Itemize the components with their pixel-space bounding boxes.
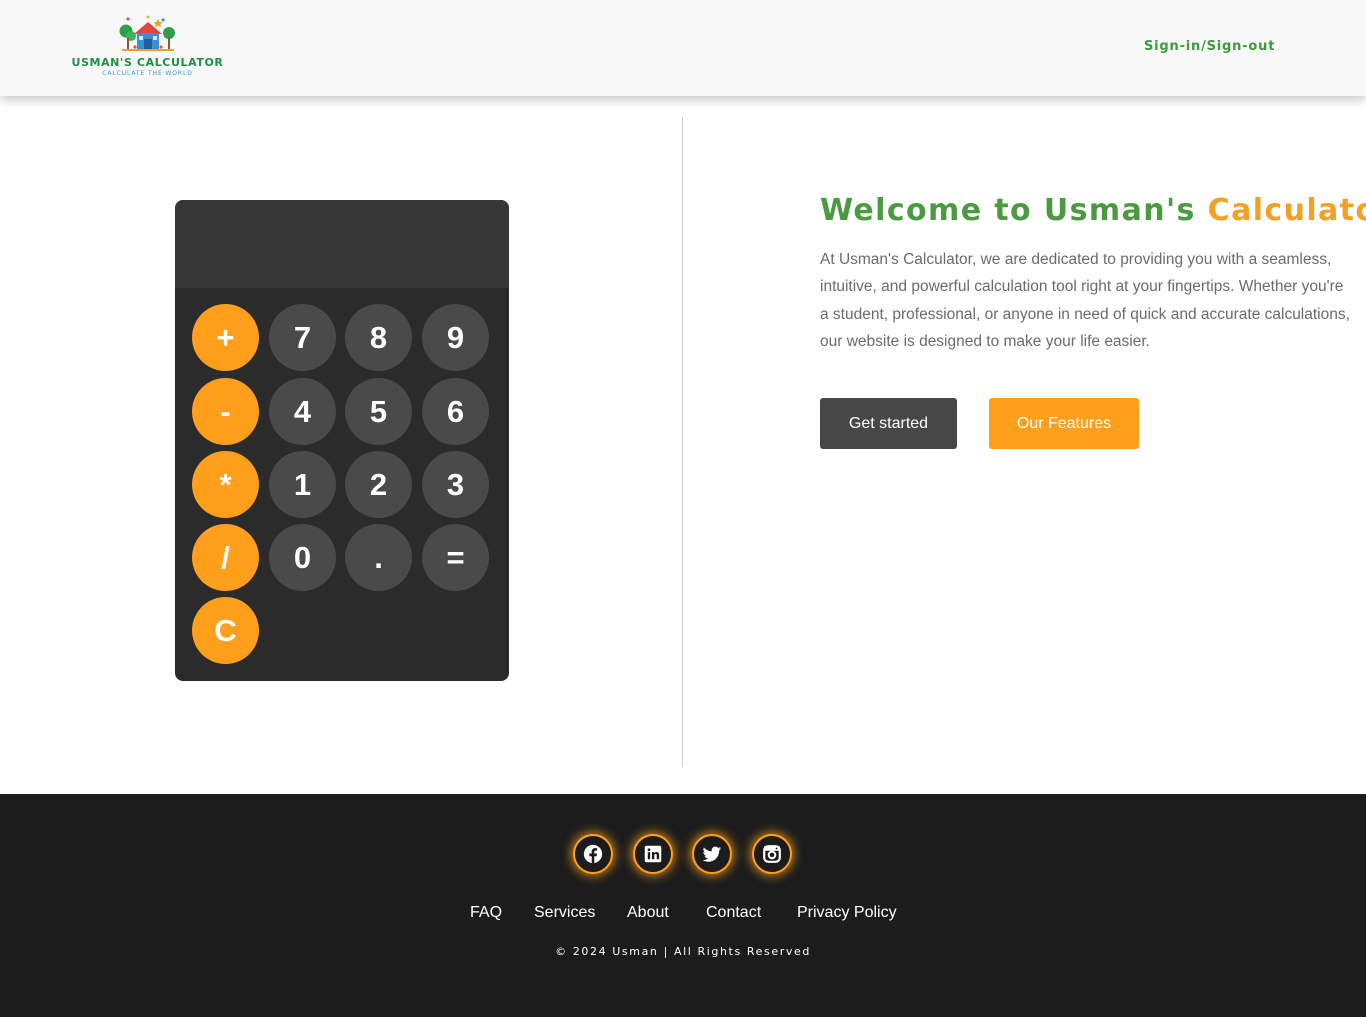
house-logo-icon: [119, 15, 175, 51]
signin-signout-link[interactable]: Sign-in/Sign-out: [1144, 39, 1275, 54]
key-dot[interactable]: .: [345, 524, 412, 591]
footer-link-privacy-policy[interactable]: Privacy Policy: [797, 904, 897, 922]
footer-link-about[interactable]: About: [627, 904, 669, 922]
vertical-divider: [682, 117, 683, 767]
our-features-button[interactable]: Our Features: [989, 398, 1139, 449]
key-plus[interactable]: +: [192, 304, 259, 371]
key-clear[interactable]: C: [192, 597, 259, 664]
hero-title-welcome: Welcome to Usman's: [820, 193, 1208, 228]
key-0[interactable]: 0: [269, 524, 336, 591]
copyright-text: © 2024 Usman | All Rights Reserved: [555, 945, 811, 958]
footer-link-contact[interactable]: Contact: [706, 904, 761, 922]
key-1[interactable]: 1: [269, 451, 336, 518]
calculator: + 7 8 9 - 4 5 6 * 1 2 3 / 0 . = C: [175, 200, 509, 681]
logo-tagline: CALCULATE THE WORLD: [102, 70, 193, 77]
twitter-icon: [702, 846, 722, 862]
twitter-link[interactable]: [692, 834, 732, 874]
key-minus[interactable]: -: [192, 378, 259, 445]
linkedin-icon: [644, 845, 662, 863]
get-started-button[interactable]: Get started: [820, 398, 957, 449]
site-footer: FAQ Services About Contact Privacy Polic…: [0, 794, 1366, 1017]
facebook-icon: [583, 844, 603, 864]
instagram-icon: [763, 845, 781, 863]
key-7[interactable]: 7: [269, 304, 336, 371]
key-4[interactable]: 4: [269, 378, 336, 445]
footer-link-services[interactable]: Services: [534, 904, 595, 922]
hero-title: Welcome to Usman's Calculator!: [820, 193, 1366, 228]
key-8[interactable]: 8: [345, 304, 412, 371]
hero-title-calculator: Calculator!: [1207, 193, 1366, 228]
hero-description: At Usman's Calculator, we are dedicated …: [820, 251, 1350, 351]
key-divide[interactable]: /: [192, 524, 259, 591]
instagram-link[interactable]: [752, 834, 792, 874]
logo[interactable]: USMAN'S CALCULATOR CALCULATE THE WORLD: [70, 14, 225, 80]
key-3[interactable]: 3: [422, 451, 489, 518]
linkedin-link[interactable]: [633, 834, 673, 874]
logo-title: USMAN'S CALCULATOR: [71, 56, 224, 69]
footer-link-faq[interactable]: FAQ: [470, 904, 502, 922]
key-equals[interactable]: =: [422, 524, 489, 591]
facebook-link[interactable]: [573, 834, 613, 874]
key-multiply[interactable]: *: [192, 451, 259, 518]
site-header: USMAN'S CALCULATOR CALCULATE THE WORLD S…: [0, 0, 1366, 96]
key-2[interactable]: 2: [345, 451, 412, 518]
key-5[interactable]: 5: [345, 378, 412, 445]
key-9[interactable]: 9: [422, 304, 489, 371]
key-6[interactable]: 6: [422, 378, 489, 445]
calculator-display: [175, 200, 509, 288]
